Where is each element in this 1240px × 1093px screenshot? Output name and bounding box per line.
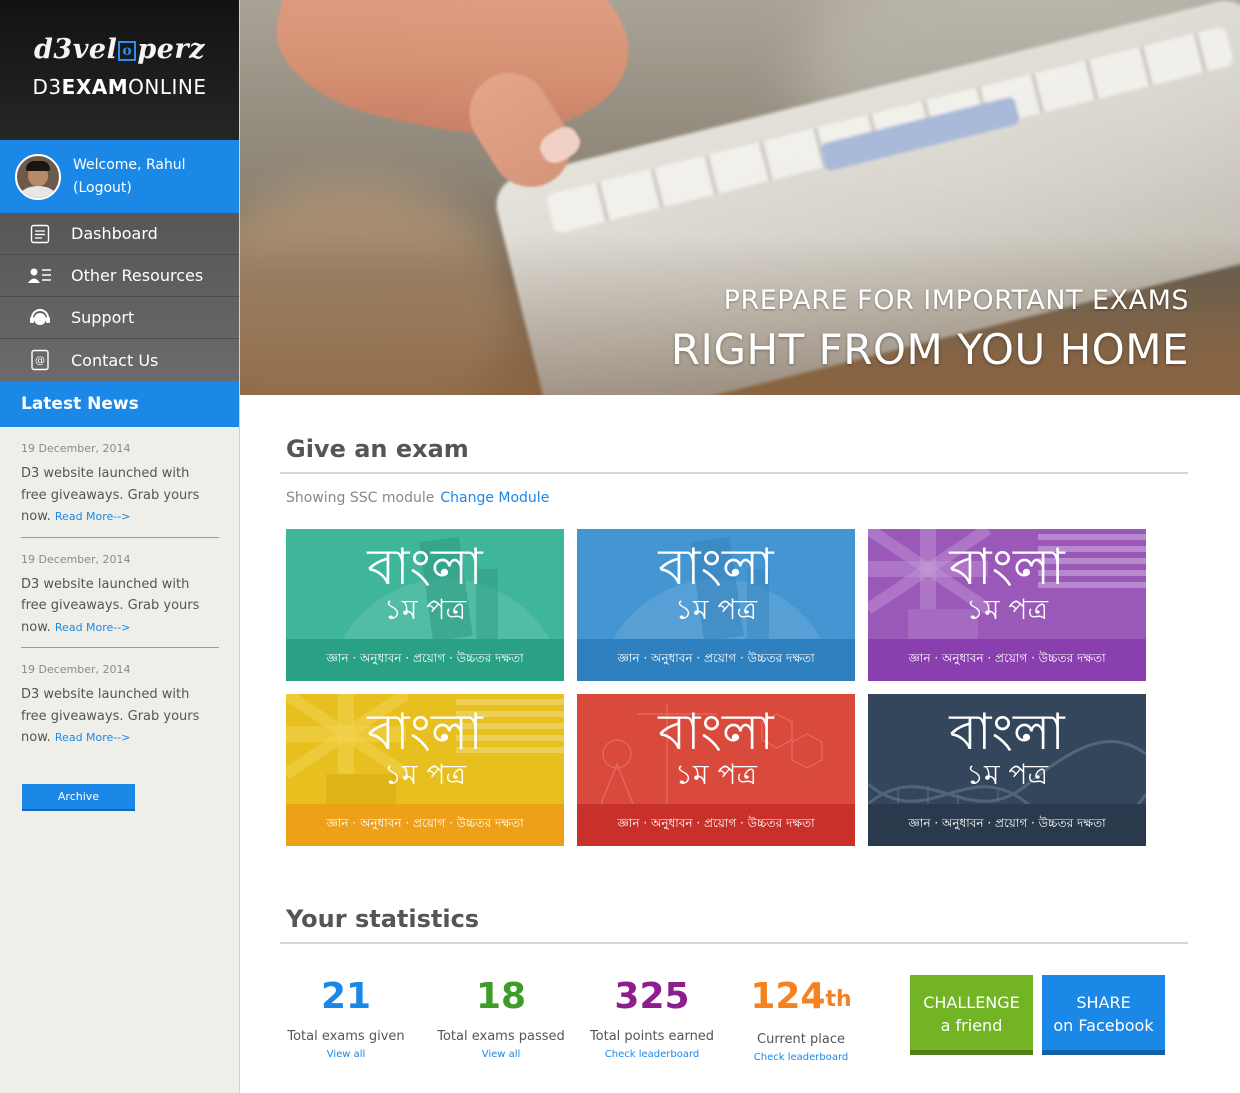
- dashboard-icon: [28, 222, 52, 246]
- card-title: বাংলা: [949, 703, 1065, 761]
- stat-value: 21: [320, 976, 372, 1017]
- news-list: 19 December, 2014 D3 website launched wi…: [0, 427, 239, 758]
- stat-points-earned: 325 Total points earned Check leaderboar…: [577, 975, 727, 1060]
- nav-item-support[interactable]: Support: [0, 297, 239, 339]
- stat-suffix: th: [825, 987, 852, 1012]
- button-sublabel: on Facebook: [1053, 1016, 1154, 1035]
- exam-card-4[interactable]: বাংলা ১ম পত্র জ্ঞান · অনুধাবন · প্রয়োগ …: [286, 694, 564, 846]
- news-item: 19 December, 2014 D3 website launched wi…: [21, 427, 219, 538]
- statistics-heading: Your statistics: [286, 905, 480, 933]
- card-title: বাংলা: [658, 538, 774, 596]
- news-date: 19 December, 2014: [21, 552, 131, 566]
- stat-label: Total exams given: [287, 1029, 405, 1044]
- card-title: বাংলা: [367, 538, 483, 596]
- main-nav: Dashboard Other Resources Support @ Cont…: [0, 213, 239, 381]
- change-module-link[interactable]: Change Module: [440, 490, 549, 506]
- welcome-text: Welcome, Rahul: [73, 156, 186, 173]
- card-skills-bar: জ্ঞান · অনুধাবন · প্রয়োগ · উচ্চতর দক্ষত…: [286, 804, 564, 846]
- latest-news-heading: Latest News: [0, 381, 239, 427]
- read-more-link[interactable]: Read More-->: [55, 731, 131, 744]
- card-skills-bar: জ্ঞান · অনুধাবন · প্রয়োগ · উচ্চতর দক্ষত…: [868, 639, 1146, 681]
- sidebar: d3vel o perz D3EXAMONLINE Welcome, Rahul (…: [0, 0, 240, 1093]
- challenge-friend-button[interactable]: CHALLENGE a friend: [910, 975, 1033, 1055]
- exam-card-6[interactable]: বাংলা ১ম পত্র জ্ঞান · অনুধাবন · প্রয়োগ …: [868, 694, 1146, 846]
- stat-value: 325: [614, 976, 690, 1017]
- nav-item-other-resources[interactable]: Other Resources: [0, 255, 239, 297]
- card-subtitle: ১ম পত্র: [383, 758, 467, 791]
- stat-label: Total exams passed: [437, 1029, 565, 1044]
- brand-header: d3vel o perz D3EXAMONLINE: [0, 0, 239, 140]
- exam-card-1[interactable]: বাংলা ১ম পত্র জ্ঞান · অনুধাবন · প্রয়োগ …: [286, 529, 564, 681]
- nav-item-contact-us[interactable]: @ Contact Us: [0, 339, 239, 381]
- support-headset-icon: [28, 306, 52, 330]
- card-skills-bar: জ্ঞান · অনুধাবন · প্রয়োগ · উচ্চতর দক্ষত…: [286, 639, 564, 681]
- card-subtitle: ১ম পত্র: [674, 593, 758, 626]
- exam-card-3[interactable]: বাংলা ১ম পত্র জ্ঞান · অনুধাবন · প্রয়োগ …: [868, 529, 1146, 681]
- stat-current-place: 124th Current place Check leaderboard: [726, 975, 876, 1063]
- button-sublabel: a friend: [940, 1016, 1003, 1035]
- card-title: বাংলা: [658, 703, 774, 761]
- archive-button[interactable]: Archive: [22, 783, 135, 811]
- card-skills-bar: জ্ঞান · অনুধাবন · প্রয়োগ · উচ্চতর দক্ষত…: [868, 804, 1146, 846]
- resources-icon: [28, 264, 52, 288]
- share-facebook-button[interactable]: SHARE on Facebook: [1042, 975, 1165, 1055]
- stat-value: 18: [475, 976, 527, 1017]
- card-subtitle: ১ম পত্র: [965, 593, 1049, 626]
- product-name: D3EXAMONLINE: [32, 75, 207, 99]
- news-item: 19 December, 2014 D3 website launched wi…: [21, 538, 219, 648]
- view-all-link[interactable]: View all: [271, 1049, 421, 1060]
- read-more-link[interactable]: Read More-->: [55, 510, 131, 523]
- view-all-link[interactable]: View all: [426, 1049, 576, 1060]
- news-date: 19 December, 2014: [21, 442, 131, 455]
- card-skills-bar: জ্ঞান · অনুধাবন · প্রয়োগ · উচ্চতর দক্ষত…: [577, 639, 855, 681]
- news-item: 19 December, 2014 D3 website launched wi…: [21, 648, 219, 758]
- module-selector: Showing SSC module Change Module: [286, 490, 549, 506]
- nav-label: Dashboard: [71, 224, 158, 243]
- stat-exams-given: 21 Total exams given View all: [271, 975, 421, 1060]
- hero-tagline: PREPARE FOR IMPORTANT EXAMS: [723, 285, 1189, 316]
- divider: [280, 472, 1188, 474]
- leaderboard-link[interactable]: Check leaderboard: [577, 1049, 727, 1060]
- contact-card-icon: @: [28, 348, 52, 372]
- card-skills-bar: জ্ঞান · অনুধাবন · প্রয়োগ · উচ্চতর দক্ষত…: [577, 804, 855, 846]
- button-label: CHALLENGE: [923, 993, 1020, 1012]
- svg-text:@: @: [35, 356, 45, 367]
- card-title: বাংলা: [367, 703, 483, 761]
- divider: [280, 942, 1188, 944]
- nav-label: Support: [71, 308, 135, 327]
- news-date: 19 December, 2014: [21, 663, 131, 676]
- user-welcome-panel: Welcome, Rahul (Logout): [0, 140, 239, 213]
- hero-headline: RIGHT FROM YOU HOME: [670, 325, 1189, 374]
- button-label: SHARE: [1076, 993, 1131, 1012]
- exam-card-2[interactable]: বাংলা ১ম পত্র জ্ঞান · অনুধাবন · প্রয়োগ …: [577, 529, 855, 681]
- current-module-text: Showing SSC module: [286, 490, 435, 506]
- stat-label: Current place: [757, 1032, 845, 1047]
- logo-mark-icon: o: [118, 41, 137, 61]
- nav-label: Other Resources: [71, 266, 204, 285]
- stat-value: 124th: [750, 976, 852, 1017]
- nav-item-dashboard[interactable]: Dashboard: [0, 213, 239, 255]
- nav-label: Contact Us: [71, 350, 159, 370]
- stat-exams-passed: 18 Total exams passed View all: [426, 975, 576, 1060]
- logout-link[interactable]: (Logout): [73, 177, 186, 200]
- card-subtitle: ১ম পত্র: [383, 593, 467, 626]
- stat-label: Total points earned: [589, 1029, 715, 1044]
- give-exam-heading: Give an exam: [286, 435, 469, 463]
- card-subtitle: ১ম পত্র: [674, 758, 758, 791]
- card-title: বাংলা: [949, 538, 1065, 596]
- avatar[interactable]: [15, 153, 61, 200]
- exam-card-5[interactable]: বাংলা ১ম পত্র জ্ঞান · অনুধাবন · প্রয়োগ …: [577, 694, 855, 846]
- hero-banner: PREPARE FOR IMPORTANT EXAMS RIGHT FROM Y…: [240, 0, 1240, 395]
- read-more-link[interactable]: Read More-->: [55, 621, 131, 634]
- company-logo[interactable]: d3vel o perz: [0, 34, 239, 65]
- main-content: Give an exam Showing SSC module Change Mo…: [240, 395, 1240, 1093]
- card-subtitle: ১ম পত্র: [965, 758, 1049, 791]
- hero-hand-image: [263, 0, 647, 165]
- leaderboard-link[interactable]: Check leaderboard: [726, 1052, 876, 1063]
